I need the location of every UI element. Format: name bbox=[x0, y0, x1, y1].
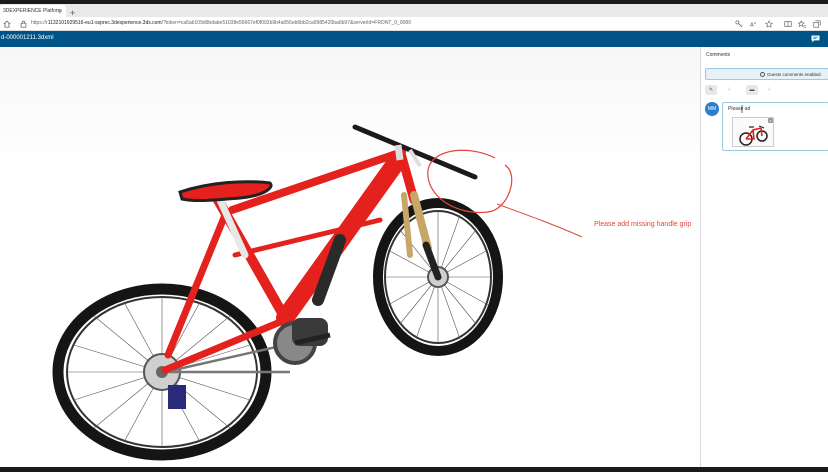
rear-derailleur bbox=[168, 385, 186, 409]
comments-panel: Comments Guests comments enabled. ✎ ⁝ ▬ … bbox=[700, 47, 828, 472]
favorite-star-icon[interactable] bbox=[765, 20, 773, 28]
tab-close-icon[interactable]: × bbox=[58, 10, 62, 16]
more-icon: ⁝ bbox=[768, 87, 770, 93]
app-header: d-000001211.3dxml bbox=[0, 31, 828, 47]
remove-attachment-icon[interactable]: × bbox=[768, 118, 773, 123]
markup-arrow bbox=[496, 203, 583, 238]
svg-text:a: a bbox=[754, 21, 756, 25]
address-bar: https://r1132101929516-eu1-ssprec.3dexpe… bbox=[0, 17, 828, 31]
lock-icon bbox=[20, 20, 27, 28]
home-icon[interactable] bbox=[3, 20, 11, 28]
comment-input[interactable]: Please ad × bbox=[722, 102, 828, 151]
tab-title: 3DEXPERIENCE Platform bbox=[3, 8, 62, 14]
url-field[interactable]: https://r1132101929516-eu1-ssprec.3dexpe… bbox=[31, 20, 411, 26]
guest-notice-text: Guests comments enabled. bbox=[767, 72, 822, 77]
read-aloud-icon[interactable]: Aa bbox=[750, 20, 758, 28]
info-icon bbox=[760, 72, 765, 77]
browser-tab-bar: 3DEXPERIENCE Platform × + bbox=[0, 4, 828, 18]
sketch-tool-button[interactable]: ⁝ bbox=[723, 85, 735, 95]
key-icon[interactable] bbox=[735, 20, 743, 28]
panel-title: Comments bbox=[706, 52, 731, 58]
pencil-tool-button[interactable]: ✎ bbox=[705, 85, 717, 95]
pencil-icon: ✎ bbox=[708, 87, 714, 93]
more-tool-button[interactable]: ⁝ bbox=[763, 85, 775, 95]
favorites-icon[interactable] bbox=[798, 20, 806, 28]
guest-notice: Guests comments enabled. bbox=[705, 68, 828, 80]
document-title: d-000001211.3dxml bbox=[1, 35, 54, 41]
chat-icon[interactable] bbox=[811, 35, 820, 43]
url-prefix: https://r bbox=[31, 20, 48, 26]
sketch-icon: ⁝ bbox=[728, 87, 730, 93]
3d-viewport[interactable]: Please add missing handle grip bbox=[0, 47, 700, 472]
avatar: MM bbox=[705, 102, 719, 116]
comment-icon: ▬ bbox=[749, 87, 755, 93]
handlebar bbox=[352, 124, 478, 180]
url-host: 1132101929516-eu1-ssprec.3dexperience.3d… bbox=[47, 20, 162, 26]
bike-model[interactable] bbox=[0, 47, 700, 472]
window-bottom-strip bbox=[0, 467, 828, 472]
comment-tool-button[interactable]: ▬ bbox=[746, 85, 758, 95]
split-screen-icon[interactable] bbox=[784, 20, 792, 28]
url-rest: /?token=ca6ab109d9bdabe51038e56667ef0f09… bbox=[161, 20, 411, 26]
collections-icon[interactable] bbox=[813, 20, 821, 28]
annotation-note: Please add missing handle grip bbox=[594, 221, 692, 228]
comment-text: Please ad bbox=[728, 106, 751, 112]
text-cursor-icon bbox=[741, 105, 743, 113]
browser-tab[interactable]: 3DEXPERIENCE Platform × bbox=[0, 5, 66, 17]
